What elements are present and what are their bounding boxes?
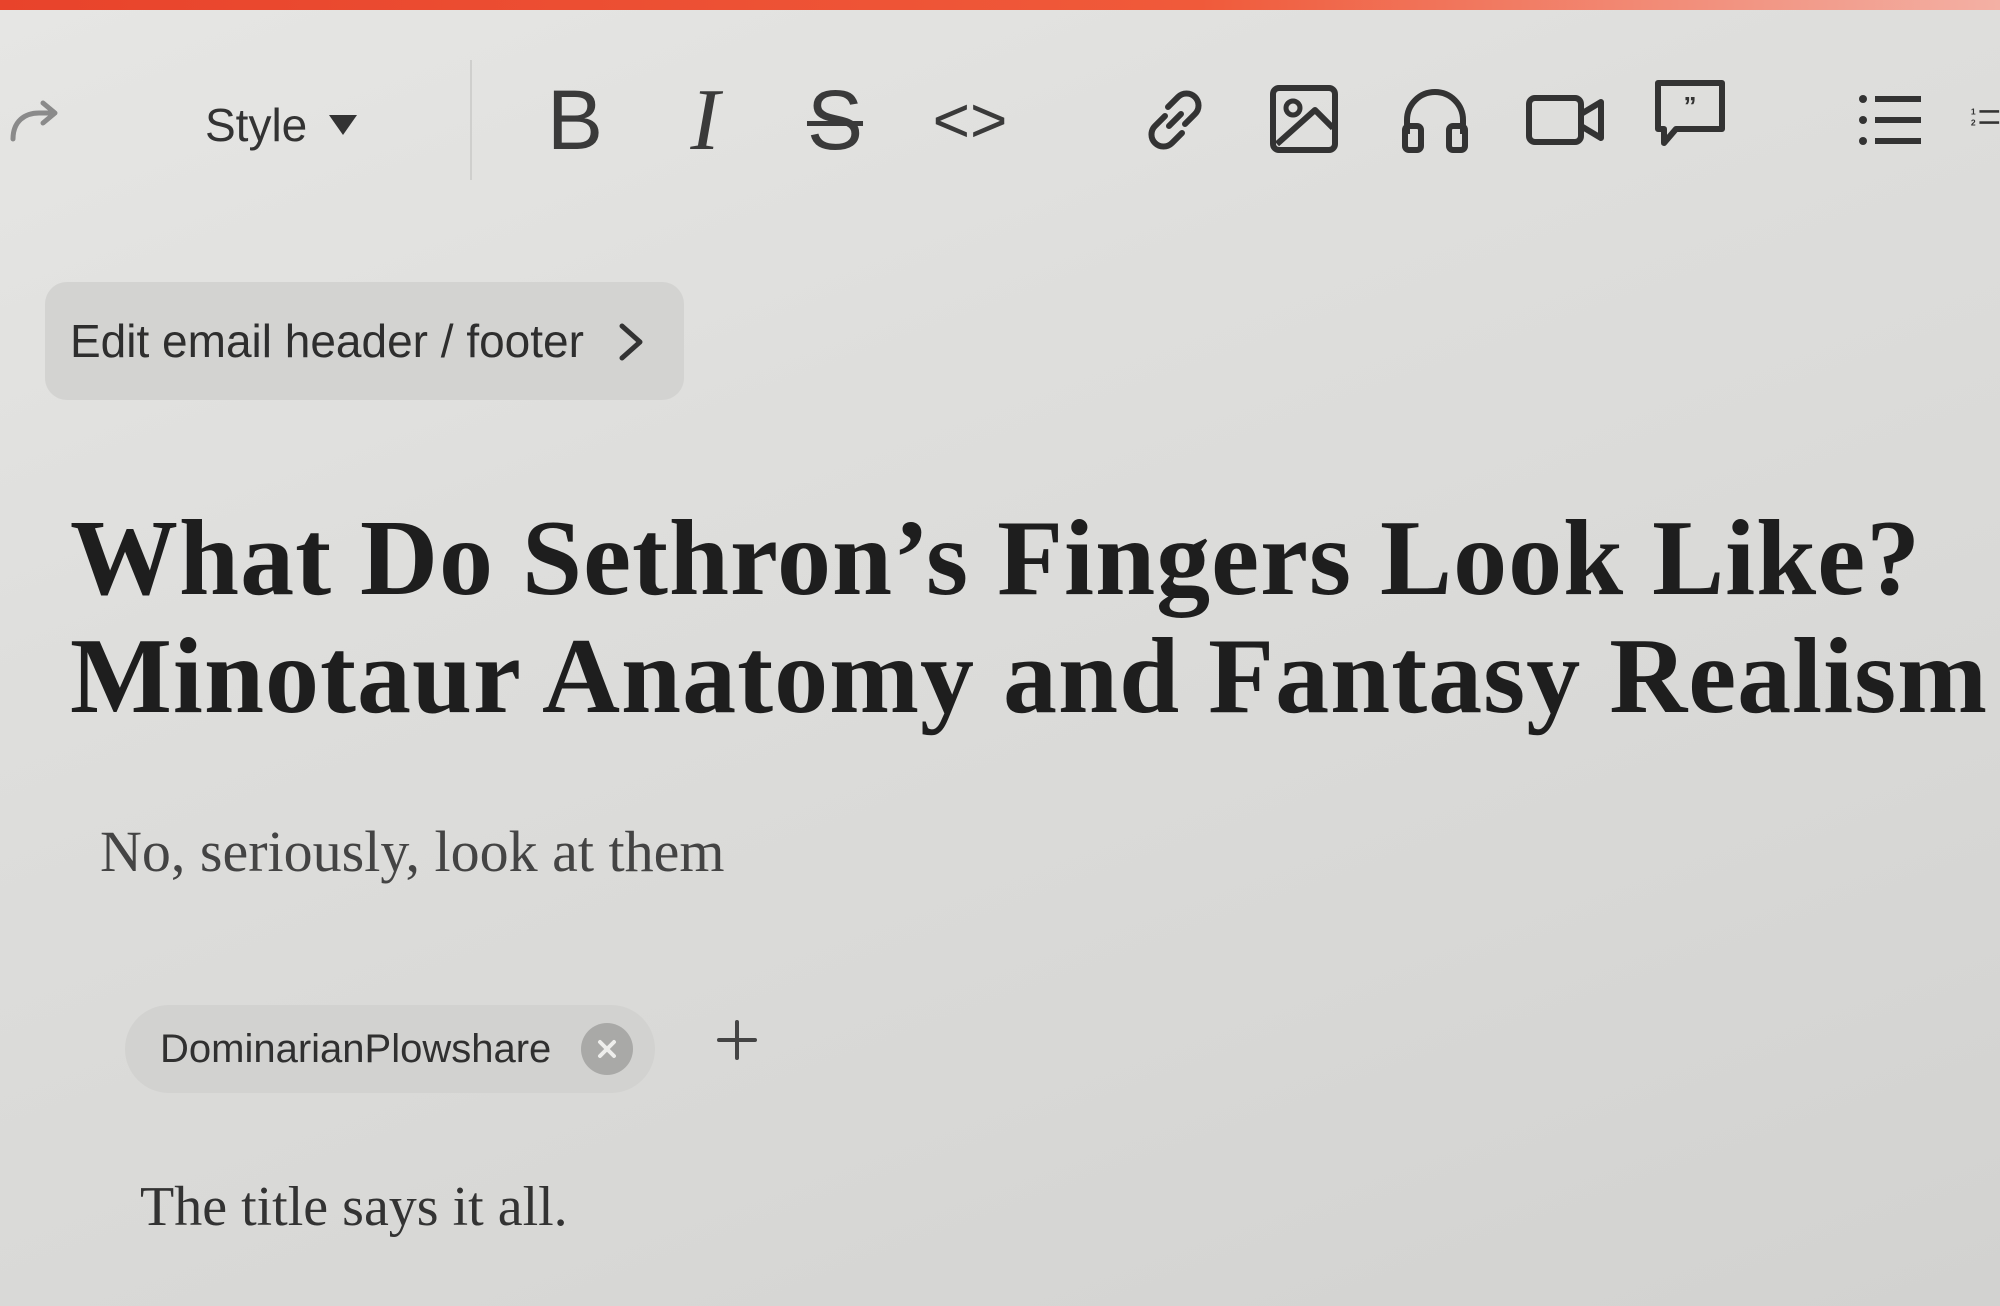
italic-icon: I xyxy=(690,71,720,169)
quote-icon: ” xyxy=(1655,80,1725,146)
audio-button[interactable] xyxy=(1385,70,1485,170)
svg-text:1: 1 xyxy=(1971,106,1976,116)
svg-text:2: 2 xyxy=(1971,118,1976,128)
bold-icon: B xyxy=(546,72,604,167)
audio-icon xyxy=(1402,89,1468,153)
link-icon xyxy=(1148,90,1202,150)
top-accent-bar xyxy=(0,0,2000,10)
style-dropdown-label: Style xyxy=(205,99,308,151)
redo-icon xyxy=(10,100,58,142)
author-chip: DominarianPlowshare xyxy=(125,1005,656,1093)
code-icon: <> xyxy=(932,84,1008,156)
post-subtitle-input[interactable]: No, seriously, look at them xyxy=(100,818,725,885)
remove-author-button[interactable] xyxy=(581,1023,634,1075)
strikethrough-icon: S xyxy=(806,72,864,167)
numbered-list-icon: 1 2 xyxy=(1971,106,2000,128)
code-button[interactable]: <> xyxy=(915,65,1025,175)
bold-button[interactable]: B xyxy=(535,65,615,175)
author-name: DominarianPlowshare xyxy=(160,1026,552,1071)
image-button[interactable] xyxy=(1255,70,1355,170)
link-button[interactable] xyxy=(1125,70,1225,170)
italic-button[interactable]: I xyxy=(665,65,745,175)
redo-button[interactable] xyxy=(0,90,70,160)
edit-email-header-footer-button[interactable]: Edit email header / footer xyxy=(45,282,684,400)
caret-down-icon xyxy=(329,115,358,135)
video-button[interactable] xyxy=(1510,70,1620,170)
style-dropdown[interactable]: Style xyxy=(205,90,358,160)
bulleted-list-button[interactable] xyxy=(1840,70,1940,170)
formatting-toolbar: Style B I S <> ” 1 2 xyxy=(0,40,2000,190)
close-icon xyxy=(598,1040,617,1058)
chevron-right-icon xyxy=(619,323,643,361)
add-author-button[interactable] xyxy=(712,1010,762,1070)
numbered-list-button[interactable]: 1 2 xyxy=(1970,70,2000,170)
plus-icon xyxy=(717,1020,757,1060)
post-title-line-2: Minotaur Anatomy and Fantasy Realism xyxy=(70,617,1989,736)
video-icon xyxy=(1526,95,1604,145)
post-title-line-1: What Do Sethron’s Fingers Look Like? xyxy=(70,499,1922,618)
strikethrough-button[interactable]: S xyxy=(790,65,880,175)
toolbar-divider xyxy=(470,60,472,180)
image-icon xyxy=(1270,85,1338,153)
bulleted-list-icon xyxy=(1859,95,1921,145)
post-body-editor[interactable]: The title says it all. xyxy=(140,1175,568,1239)
svg-text:”: ” xyxy=(1684,91,1697,121)
editor-page: Style B I S <> ” 1 2 Edit email header /… xyxy=(0,0,2000,1306)
edit-email-header-footer-label: Edit email header / footer xyxy=(70,315,584,367)
post-title-input[interactable]: What Do Sethron’s Fingers Look Like? Min… xyxy=(70,500,2000,736)
quote-button[interactable]: ” xyxy=(1635,65,1745,165)
